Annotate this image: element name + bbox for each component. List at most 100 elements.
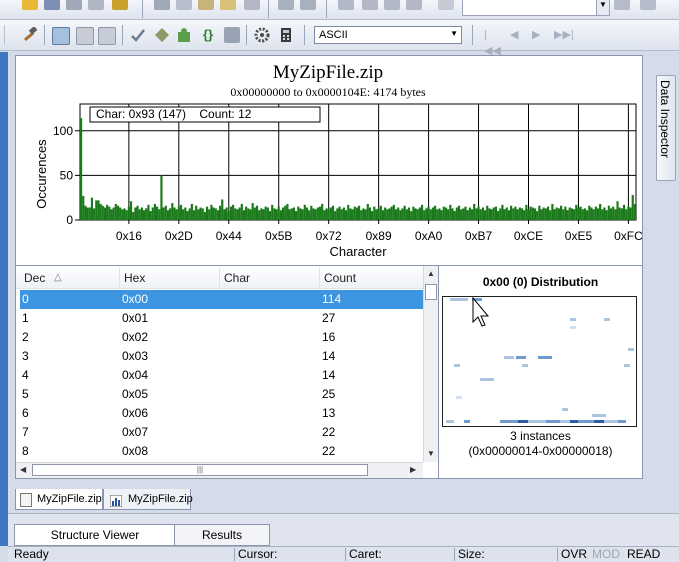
histogram-bar[interactable] [390,206,393,220]
brackets-icon[interactable]: {} [200,27,216,43]
histogram-bar[interactable] [166,210,170,220]
histogram-bar[interactable] [310,205,313,220]
scroll-down-arrow-icon[interactable]: ▼ [427,449,435,458]
histogram-bar[interactable] [292,207,296,220]
histogram-bar[interactable] [108,206,111,220]
histogram-bar[interactable] [507,210,511,220]
histogram-bar[interactable] [631,195,634,220]
histogram-bar[interactable] [160,175,163,220]
histogram-bar[interactable] [577,207,580,220]
histogram-bar[interactable] [88,207,91,220]
search-combo-dropdown[interactable]: ▼ [596,0,610,16]
histogram-bar[interactable] [379,205,382,220]
goto-icon[interactable] [438,0,454,10]
histogram-bar[interactable] [579,206,582,220]
first-record-icon[interactable]: |◀◀ [484,27,501,57]
histogram-bar[interactable] [103,207,107,220]
document-tab-histogram[interactable]: MyZipFile.zip [103,489,193,510]
histogram-bar[interactable] [147,204,150,220]
histogram-bar[interactable] [316,207,319,220]
histogram-bar[interactable] [340,209,343,220]
histogram-bar[interactable] [329,207,332,220]
histogram-bar[interactable] [314,209,317,220]
histogram-bar[interactable] [210,204,213,220]
table-row[interactable]: 8 0x08 22 [20,442,424,458]
histogram-bar[interactable] [268,211,272,220]
histogram-bar[interactable] [86,207,89,220]
histogram-bar[interactable] [557,208,560,220]
copy-hex-icon[interactable] [76,27,94,45]
histogram-bar[interactable] [366,203,369,220]
histogram-bar[interactable] [499,208,502,220]
histogram-bar[interactable] [434,205,437,220]
histogram-bar[interactable] [481,207,484,220]
redo-icon[interactable] [300,0,316,10]
histogram-bar[interactable] [460,209,463,220]
open-file-icon[interactable] [44,0,60,10]
histogram-bar[interactable] [609,208,613,220]
histogram-bar[interactable] [523,210,526,220]
search-back-icon[interactable] [614,0,630,10]
gear-icon[interactable] [254,27,270,43]
histogram-bar[interactable] [162,207,165,220]
table-vertical-scrollbar[interactable]: ▲ ▼ [423,266,439,462]
histogram-bar[interactable] [440,210,443,220]
histogram-bar[interactable] [142,210,146,220]
histogram-bar[interactable] [538,205,541,220]
histogram-bar[interactable] [360,210,363,220]
histogram-bar[interactable] [112,207,115,220]
histogram-bar[interactable] [494,206,497,220]
histogram-bar[interactable] [236,209,239,220]
histogram-bar[interactable] [251,203,254,220]
histogram-bar[interactable] [136,205,139,220]
histogram-bar[interactable] [403,205,406,220]
histogram-bar[interactable] [518,207,521,220]
histogram-bar[interactable] [618,207,621,220]
histogram-bar[interactable] [245,206,248,220]
histogram-bar[interactable] [592,209,595,220]
histogram-bar[interactable] [325,208,328,220]
histogram-bar[interactable] [423,210,426,220]
histogram-bar[interactable] [90,197,94,220]
open-folder-icon[interactable] [22,0,38,10]
histogram-bar[interactable] [266,207,269,220]
histogram-bar[interactable] [93,208,96,220]
column-header-count[interactable]: Count [320,268,424,288]
diamond-icon[interactable] [154,27,170,43]
histogram-bar[interactable] [234,208,237,220]
histogram-bar[interactable] [371,211,374,220]
histogram-bar[interactable] [529,206,532,220]
scroll-up-arrow-icon[interactable]: ▲ [427,269,435,278]
histogram-bar[interactable] [586,210,589,220]
histogram-bar[interactable] [232,204,235,220]
histogram-bar[interactable] [132,211,135,220]
histogram-bar[interactable] [129,201,133,220]
histogram-bar[interactable] [455,207,458,220]
table-row[interactable]: 3 0x03 14 [20,347,424,366]
histogram-bar[interactable] [479,209,482,220]
histogram-bar[interactable] [145,208,148,220]
histogram-bar[interactable] [158,209,161,220]
histogram-bar[interactable] [488,208,491,220]
histogram-bar[interactable] [197,209,200,220]
histogram-bar[interactable] [603,207,606,220]
histogram-bar[interactable] [473,203,476,220]
histogram-bar[interactable] [514,206,517,220]
histogram-bar[interactable] [271,204,274,220]
histogram-bar[interactable] [427,206,430,220]
histogram-bar[interactable] [327,209,330,220]
histogram-bar[interactable] [179,204,183,220]
histogram-bar[interactable] [223,209,226,220]
table-row[interactable]: 2 0x02 16 [20,328,424,347]
histogram-bar[interactable] [629,207,632,220]
histogram-bar[interactable] [153,203,157,220]
histogram-bar[interactable] [342,207,345,220]
histogram-bar[interactable] [297,206,300,220]
histogram-bar[interactable] [512,208,515,220]
histogram-bar[interactable] [249,209,252,220]
histogram-bar[interactable] [444,207,448,220]
histogram-bar[interactable] [312,208,315,220]
histogram-bar[interactable] [156,206,159,220]
table-row[interactable]: 1 0x01 27 [20,309,424,328]
histogram-bar[interactable] [620,208,623,220]
